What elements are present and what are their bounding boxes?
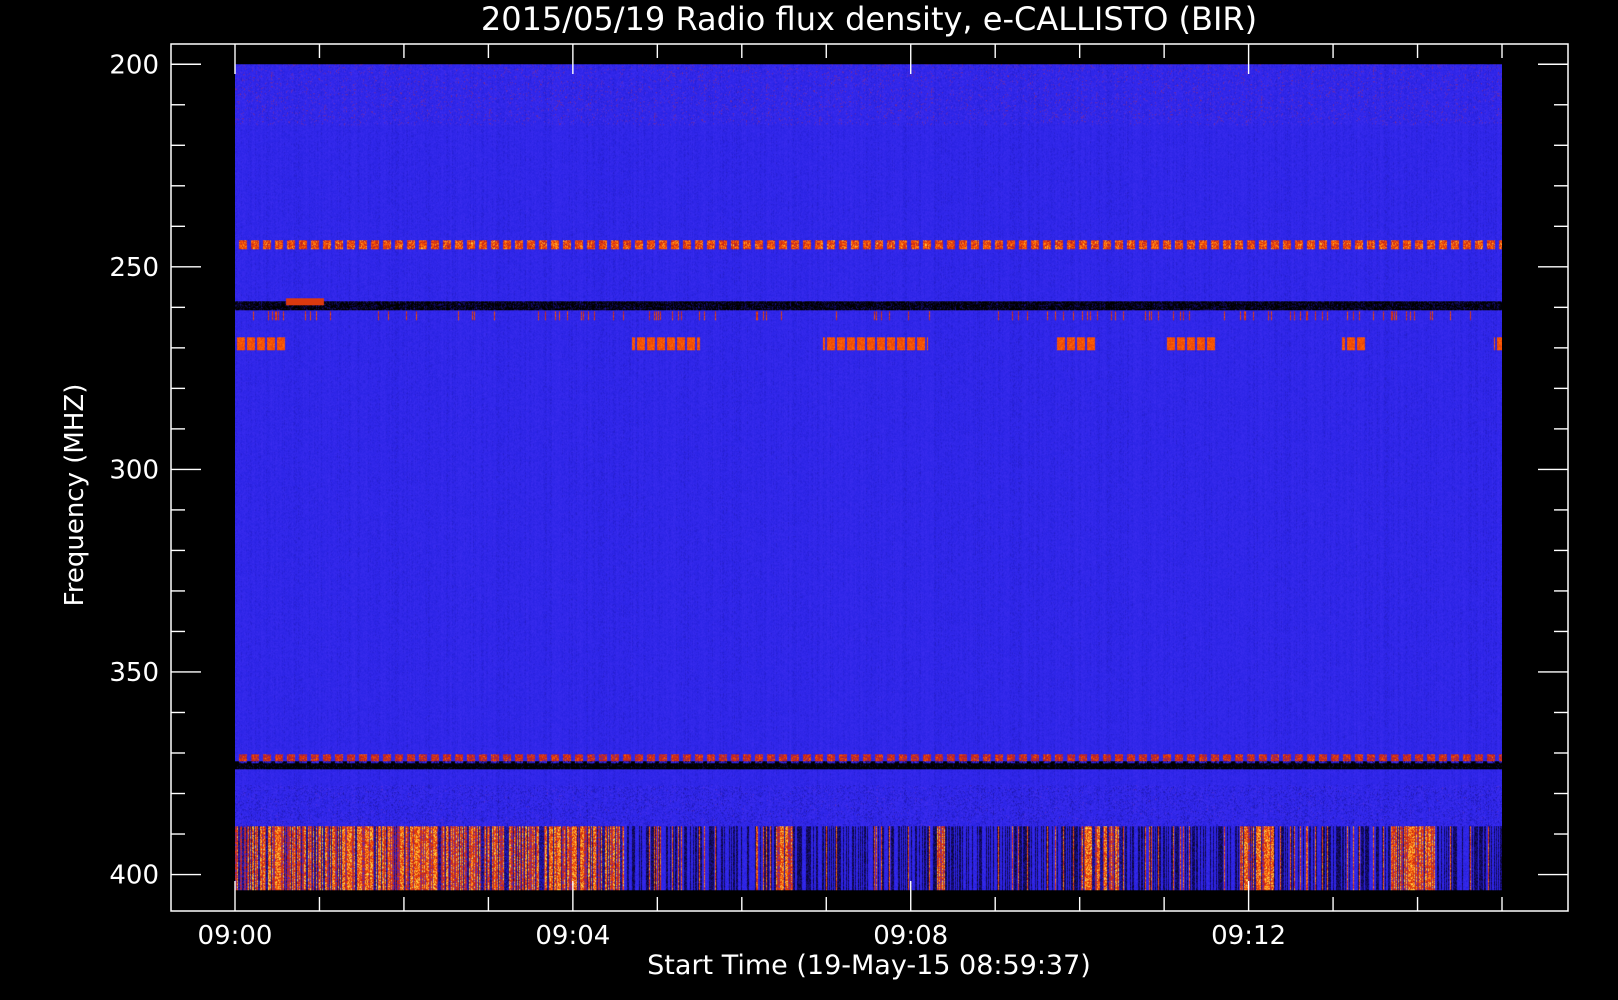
x-tick-label: 09:08 (873, 921, 948, 951)
x-tick-label: 09:04 (535, 921, 610, 951)
chart-title: 2015/05/19 Radio flux density, e-CALLIST… (481, 0, 1257, 38)
y-axis-label: Frequency (MHZ) (60, 384, 90, 607)
spectrogram-heatmap (235, 64, 1502, 891)
y-tick-label: 250 (109, 253, 159, 283)
y-tick-label: 200 (109, 50, 159, 80)
y-tick-label: 300 (109, 455, 159, 485)
y-tick-label: 350 (109, 658, 159, 688)
y-tick-label: 400 (109, 861, 159, 891)
x-axis-label: Start Time (19-May-15 08:59:37) (647, 950, 1091, 981)
spectrogram-chart: 2015/05/19 Radio flux density, e-CALLIST… (0, 0, 1618, 1000)
x-tick-label: 09:00 (198, 921, 273, 951)
spectrogram-raster (235, 64, 1502, 891)
x-tick-label: 09:12 (1211, 921, 1286, 951)
